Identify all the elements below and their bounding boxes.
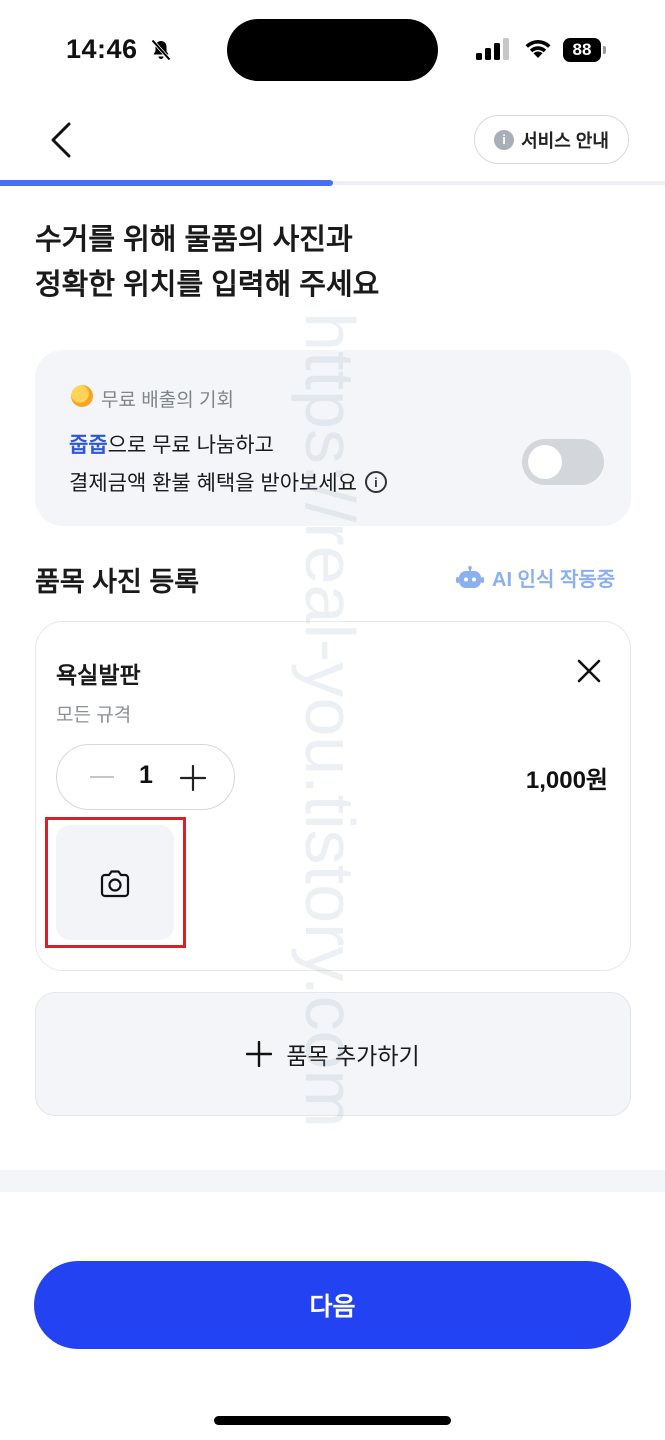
- highlight-box: [45, 817, 186, 948]
- add-item-label: 품목 추가하기: [286, 1043, 420, 1069]
- page-title: 수거를 위해 물품의 사진과 정확한 위치를 입력해 주세요: [35, 224, 380, 301]
- next-button-label: 다음: [309, 1293, 356, 1321]
- quantity-value: 1: [139, 761, 153, 789]
- progress-fill: [0, 180, 333, 186]
- battery-level: 88: [563, 38, 601, 62]
- promo-line-1: 줍줍으로 무료 나눔하고: [69, 429, 274, 459]
- cellular-signal-icon: [476, 38, 509, 60]
- plus-icon[interactable]: [180, 765, 206, 791]
- toggle-knob: [528, 445, 562, 479]
- item-spec: 모든 규격: [56, 705, 132, 726]
- item-name: 욕실발판: [56, 662, 141, 688]
- add-item-button[interactable]: 품목 추가하기: [35, 992, 631, 1116]
- ai-recognition-badge: AI 인식 작동중: [456, 563, 615, 592]
- info-icon: i: [494, 129, 515, 150]
- battery-indicator: 88: [563, 38, 607, 62]
- section-divider: [0, 1170, 665, 1192]
- free-share-toggle[interactable]: [522, 439, 604, 485]
- info-circle-icon[interactable]: i: [364, 471, 387, 493]
- back-arrow-icon[interactable]: [44, 118, 80, 162]
- minus-icon[interactable]: [90, 776, 114, 778]
- bell-muted-icon: [151, 39, 171, 61]
- ai-recognition-label: AI 인식 작동중: [492, 569, 616, 591]
- battery-cap: [603, 46, 606, 54]
- promo-line-2-text: 결제금액 환불 혜택을 받아보세요: [69, 472, 357, 495]
- promo-line-1-text: 으로 무료 나눔하고: [107, 434, 274, 457]
- section-title: 품목 사진 등록: [35, 567, 200, 597]
- plus-icon: [246, 1041, 273, 1067]
- next-button[interactable]: 다음: [34, 1261, 631, 1349]
- dynamic-island: [227, 19, 438, 81]
- status-time: 14:46: [66, 34, 138, 64]
- promo-line-2: 결제금액 환불 혜택을 받아보세요 i: [69, 467, 387, 497]
- quantity-stepper: 1: [56, 744, 235, 810]
- wifi-icon: [525, 40, 551, 58]
- promo-brand: 줍줍: [69, 434, 108, 457]
- coin-icon: [71, 385, 93, 407]
- home-indicator[interactable]: [214, 1416, 451, 1425]
- robot-icon: [456, 565, 484, 588]
- item-price: 1,000원: [525, 767, 608, 794]
- service-guide-label: 서비스 안내: [521, 130, 609, 151]
- promo-small-label: 무료 배출의 기회: [101, 390, 234, 411]
- close-icon[interactable]: [573, 655, 605, 687]
- service-guide-button[interactable]: i 서비스 안내: [474, 115, 629, 164]
